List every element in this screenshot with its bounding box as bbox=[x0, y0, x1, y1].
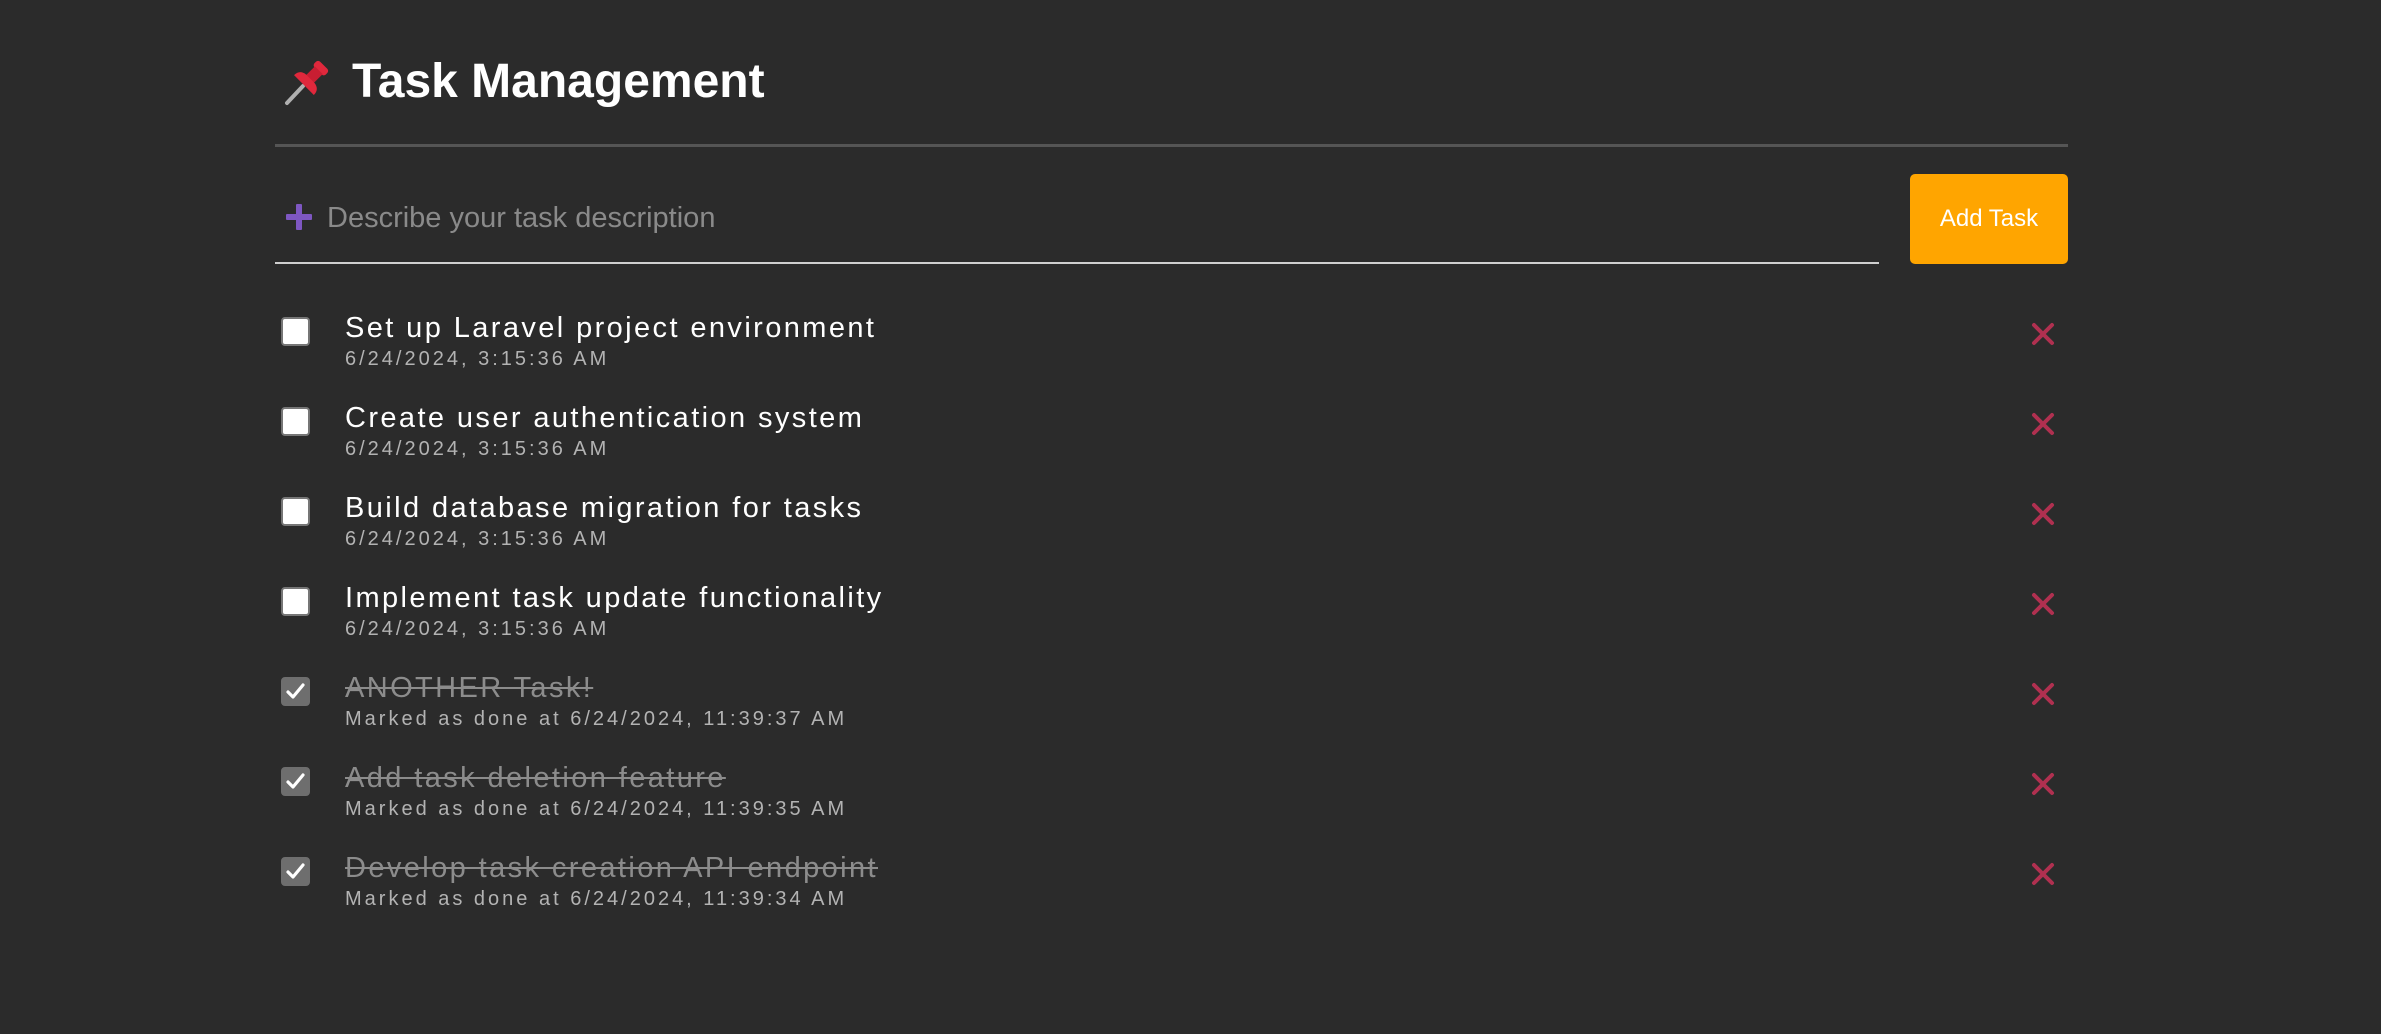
task-timestamp: 6/24/2024, 3:15:36 AM bbox=[345, 528, 610, 550]
task-item: Create user authentication system 6/24/20… bbox=[275, 390, 2068, 480]
task-description-input[interactable] bbox=[325, 192, 1869, 244]
task-checkbox[interactable] bbox=[281, 677, 310, 706]
task-timestamp: 6/24/2024, 3:15:36 AM bbox=[345, 348, 610, 370]
task-list: Set up Laravel project environment 6/24/2… bbox=[275, 300, 2068, 930]
task-timestamp: Marked as done at 6/24/2024, 11:39:35 AM bbox=[345, 798, 848, 820]
checkmark-icon bbox=[286, 683, 305, 699]
close-icon bbox=[2032, 413, 2054, 435]
checkmark-icon bbox=[286, 773, 305, 789]
add-task-form: Add Task bbox=[275, 174, 2068, 294]
task-title: ANOTHER Task! bbox=[345, 672, 594, 704]
app-container: Task Management Add Task Set up Laravel … bbox=[275, 0, 2068, 910]
close-icon bbox=[2032, 503, 2054, 525]
task-item: Build database migration for tasks 6/24/2… bbox=[275, 480, 2068, 570]
task-checkbox[interactable] bbox=[281, 497, 310, 526]
delete-task-button[interactable] bbox=[2029, 320, 2057, 348]
task-item: Implement task update functionality 6/24/… bbox=[275, 570, 2068, 660]
page-title: Task Management bbox=[352, 55, 765, 108]
delete-task-button[interactable] bbox=[2029, 410, 2057, 438]
task-title: Add task deletion feature bbox=[345, 762, 726, 794]
task-title: Create user authentication system bbox=[345, 402, 865, 434]
header: Task Management bbox=[275, 0, 2068, 147]
checkmark-icon bbox=[286, 863, 305, 879]
task-title: Implement task update functionality bbox=[345, 582, 884, 614]
close-icon bbox=[2032, 593, 2054, 615]
task-checkbox[interactable] bbox=[281, 407, 310, 436]
delete-task-button[interactable] bbox=[2029, 590, 2057, 618]
task-timestamp: Marked as done at 6/24/2024, 11:39:34 AM bbox=[345, 888, 848, 910]
task-item: Develop task creation API endpoint Marked… bbox=[275, 840, 2068, 930]
task-title: Develop task creation API endpoint bbox=[345, 852, 878, 884]
task-item: ANOTHER Task! Marked as done at 6/24/2024… bbox=[275, 660, 2068, 750]
task-timestamp: 6/24/2024, 3:15:36 AM bbox=[345, 438, 610, 460]
delete-task-button[interactable] bbox=[2029, 680, 2057, 708]
pushpin-icon bbox=[281, 56, 333, 108]
task-item: Set up Laravel project environment 6/24/2… bbox=[275, 300, 2068, 390]
plus-icon bbox=[284, 202, 314, 232]
delete-task-button[interactable] bbox=[2029, 500, 2057, 528]
close-icon bbox=[2032, 863, 2054, 885]
task-input-wrapper bbox=[275, 174, 1879, 264]
delete-task-button[interactable] bbox=[2029, 860, 2057, 888]
close-icon bbox=[2032, 773, 2054, 795]
add-task-button[interactable]: Add Task bbox=[1910, 174, 2068, 264]
delete-task-button[interactable] bbox=[2029, 770, 2057, 798]
close-icon bbox=[2032, 683, 2054, 705]
task-checkbox[interactable] bbox=[281, 317, 310, 346]
task-checkbox[interactable] bbox=[281, 767, 310, 796]
task-checkbox[interactable] bbox=[281, 857, 310, 886]
task-title: Build database migration for tasks bbox=[345, 492, 864, 524]
close-icon bbox=[2032, 323, 2054, 345]
task-timestamp: 6/24/2024, 3:15:36 AM bbox=[345, 618, 610, 640]
task-checkbox[interactable] bbox=[281, 587, 310, 616]
task-timestamp: Marked as done at 6/24/2024, 11:39:37 AM bbox=[345, 708, 848, 730]
task-title: Set up Laravel project environment bbox=[345, 312, 877, 344]
task-item: Add task deletion feature Marked as done … bbox=[275, 750, 2068, 840]
